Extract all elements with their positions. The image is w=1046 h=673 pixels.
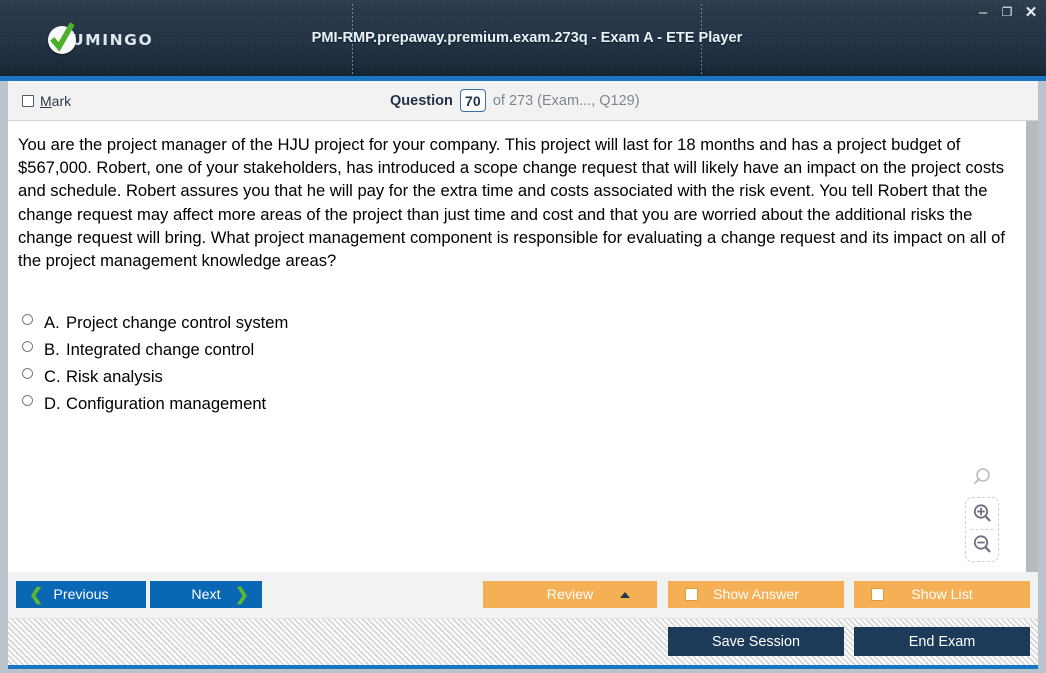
question-header-bar: Mark Question 70 of 273 (Exam..., Q129)	[8, 81, 1038, 121]
end-exam-button[interactable]: End Exam	[854, 627, 1030, 656]
maximize-icon[interactable]: ❐	[1000, 4, 1014, 20]
minimize-icon[interactable]: –	[976, 4, 990, 20]
title-bar: UMINGO PMI-RMP.prepaway.premium.exam.273…	[0, 0, 1046, 76]
footer-accent-bar	[8, 665, 1038, 669]
next-button[interactable]: Next ❯	[150, 581, 262, 608]
exam-player-window: UMINGO PMI-RMP.prepaway.premium.exam.273…	[0, 0, 1046, 673]
review-button-label: Review	[546, 586, 594, 603]
next-button-label: Next	[191, 586, 221, 603]
brand-name: UMINGO	[71, 31, 154, 49]
answer-radio-b[interactable]	[22, 341, 33, 352]
magnifier-plus-icon[interactable]	[969, 502, 995, 526]
zoom-panel-divider	[971, 529, 993, 530]
zoom-panel	[965, 497, 999, 562]
previous-button-label: Previous	[53, 586, 109, 603]
show-list-button[interactable]: Show List	[854, 581, 1030, 608]
question-text: You are the project manager of the HJU p…	[18, 135, 1005, 271]
action-button-bar: ❮ Previous Next ❯ Review Show Answer Sho…	[8, 572, 1038, 618]
review-button[interactable]: Review	[483, 581, 657, 608]
window-title: PMI-RMP.prepaway.premium.exam.273q - Exa…	[311, 30, 743, 46]
answer-options-list: A. Project change control system B. Inte…	[22, 313, 722, 421]
previous-button[interactable]: ❮ Previous	[16, 581, 146, 608]
answer-text-b: Integrated change control	[66, 340, 255, 359]
answer-option[interactable]: B. Integrated change control	[22, 340, 722, 367]
show-answer-button[interactable]: Show Answer	[668, 581, 844, 608]
answer-option[interactable]: A. Project change control system	[22, 313, 722, 340]
show-answer-button-label: Show Answer	[713, 586, 799, 603]
answer-letter-c: C.	[44, 367, 61, 386]
chevron-up-icon	[620, 591, 630, 598]
show-list-checkbox[interactable]	[871, 588, 884, 601]
question-counter: Question 70 of 273 (Exam..., Q129)	[390, 89, 640, 112]
answer-radio-d[interactable]	[22, 395, 33, 406]
answer-text-d: Configuration management	[66, 394, 267, 413]
mark-checkbox[interactable]	[22, 94, 34, 107]
answer-radio-c[interactable]	[22, 368, 33, 379]
answer-option[interactable]: D. Configuration management	[22, 394, 722, 421]
mark-label: Mark	[40, 93, 71, 109]
mark-label-rest: ark	[51, 92, 72, 109]
answer-letter-a: A.	[44, 313, 60, 332]
show-list-button-label: Show List	[911, 586, 973, 603]
zoom-tool-group	[962, 467, 1002, 562]
mark-question-toggle[interactable]: Mark	[22, 93, 71, 109]
magnifier-minus-icon[interactable]	[969, 533, 995, 557]
answer-radio-a[interactable]	[22, 314, 33, 325]
magnifier-icon[interactable]	[971, 467, 993, 494]
chevron-left-icon: ❮	[29, 585, 44, 604]
answer-letter-d: D.	[44, 394, 61, 413]
mark-accelerator: M	[40, 92, 52, 109]
footer-bar: Save Session End Exam	[8, 618, 1038, 665]
answer-text-c: Risk analysis	[66, 367, 163, 386]
chevron-right-icon: ❯	[234, 585, 249, 604]
close-icon[interactable]: ✕	[1024, 4, 1038, 20]
brand-logo: UMINGO	[48, 22, 154, 54]
question-content-pane: You are the project manager of the HJU p…	[8, 121, 1038, 572]
show-answer-checkbox[interactable]	[685, 588, 698, 601]
question-number-input[interactable]: 70	[459, 89, 486, 112]
question-word: Question	[390, 92, 453, 109]
answer-option[interactable]: C. Risk analysis	[22, 367, 722, 394]
answer-text-a: Project change control system	[66, 313, 289, 332]
green-check-circle-icon	[48, 22, 76, 54]
question-total-text: of 273 (Exam..., Q129)	[492, 92, 640, 109]
check-glyph	[50, 22, 75, 52]
answer-letter-b: B.	[44, 340, 60, 359]
save-session-button[interactable]: Save Session	[668, 627, 844, 656]
window-controls: – ❐ ✕	[976, 4, 1038, 21]
